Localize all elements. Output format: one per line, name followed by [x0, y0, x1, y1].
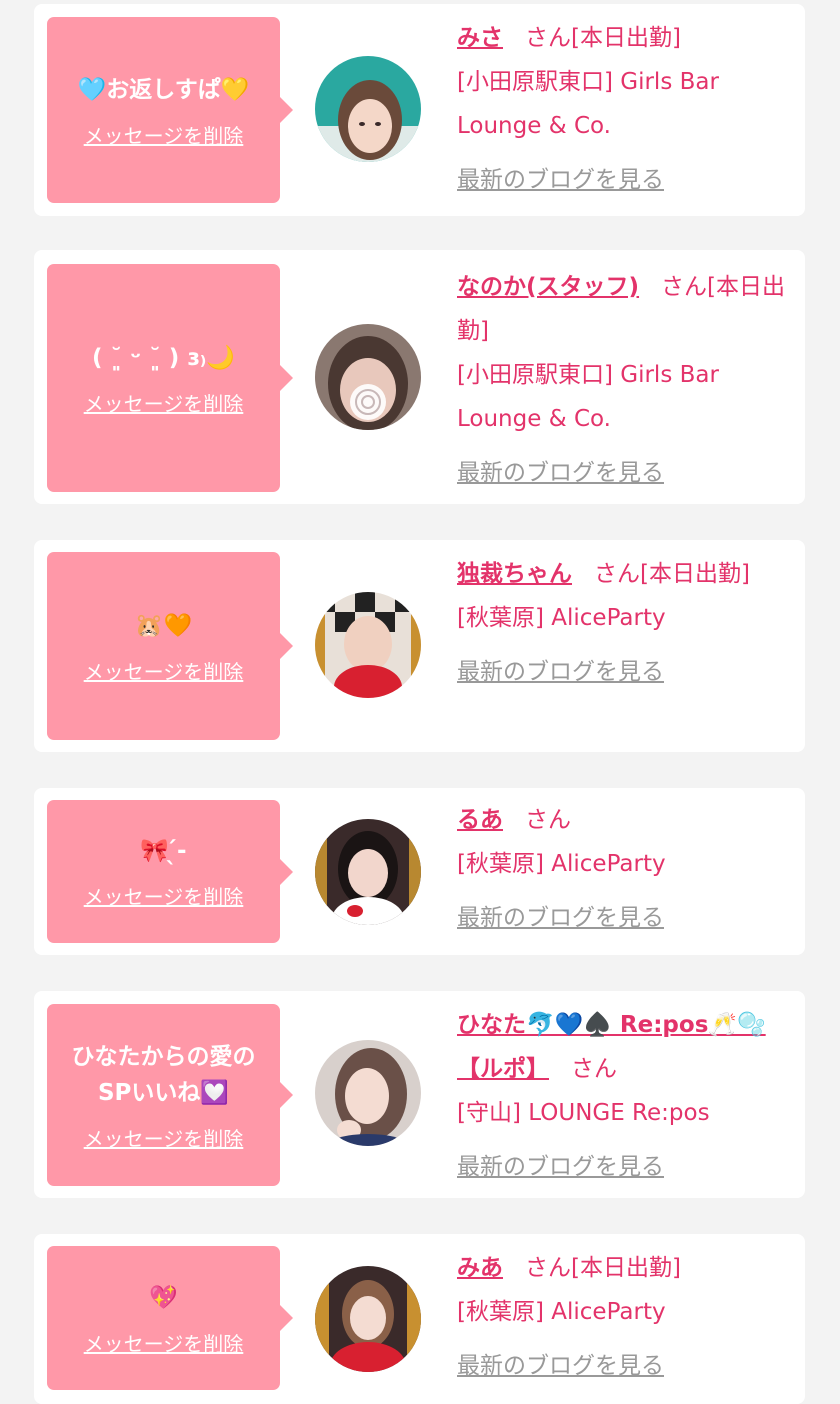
message-bubble: ひなたからの愛のSPいいね💟 メッセージを削除: [47, 1004, 293, 1186]
message-bubble: ( ˘͈ ᵕ ˘͈ ) ɜ₎🌙 メッセージを削除: [47, 264, 293, 492]
message-card: 🩵お返しすぱ💛 メッセージを削除 みさ さん[本日出勤] [小田原駅東口] Gir…: [34, 4, 805, 216]
message-bubble: 🩵お返しすぱ💛 メッセージを削除: [47, 17, 293, 203]
delete-message-link[interactable]: メッセージを削除: [84, 388, 244, 417]
cast-info: みあ さん[本日出勤] [秋葉原] AliceParty 最新のブログを見る: [457, 1246, 793, 1388]
cast-name-link[interactable]: なのか(スタッフ): [457, 274, 639, 300]
delete-message-link[interactable]: メッセージを削除: [84, 1328, 244, 1357]
honorific: さん: [525, 1255, 571, 1281]
avatar[interactable]: [315, 56, 421, 162]
cast-name-link[interactable]: るあ: [457, 807, 503, 833]
cast-name-link[interactable]: 独裁ちゃん: [457, 561, 572, 587]
message-text: 🎀 ̖́-: [140, 838, 187, 864]
avatar[interactable]: [315, 1040, 421, 1146]
message-card: ( ˘͈ ᵕ ˘͈ ) ɜ₎🌙 メッセージを削除 なのか(スタッフ) さん[本日出…: [34, 250, 805, 504]
message-card: 💖 メッセージを削除 みあ さん[本日出勤] [秋葉原] AliceParty 最…: [34, 1234, 805, 1404]
shop-name: [守山] LOUNGE Re:pos: [457, 1100, 710, 1126]
latest-blog-link[interactable]: 最新のブログを見る: [457, 1344, 793, 1388]
message-card: ひなたからの愛のSPいいね💟 メッセージを削除 ひなた🐬💙♠️ Re:pos🥂🫧…: [34, 991, 805, 1198]
honorific: さん: [525, 807, 571, 833]
delete-message-link[interactable]: メッセージを削除: [84, 1123, 244, 1152]
message-text: 💖: [149, 1284, 178, 1311]
shop-name: [秋葉原] AliceParty: [457, 1299, 666, 1325]
avatar[interactable]: [315, 819, 421, 925]
latest-blog-link[interactable]: 最新のブログを見る: [457, 650, 793, 694]
message-text: ( ˘͈ ᵕ ˘͈ ) ɜ₎🌙: [91, 344, 236, 371]
delete-message-link[interactable]: メッセージを削除: [84, 120, 244, 149]
attendance-status: [本日出勤]: [571, 1255, 681, 1281]
honorific: さん: [594, 561, 640, 587]
avatar[interactable]: [315, 592, 421, 698]
message-bubble: 🎀 ̖́- メッセージを削除: [47, 800, 293, 943]
cast-info: ひなた🐬💙♠️ Re:pos🥂🫧【ルポ】 さん [守山] LOUNGE Re:po…: [457, 1003, 793, 1189]
latest-blog-link[interactable]: 最新のブログを見る: [457, 896, 793, 940]
avatar[interactable]: [315, 324, 421, 430]
message-text: 🐹🧡: [134, 612, 193, 639]
message-text: 🩵お返しすぱ💛: [77, 76, 250, 103]
message-bubble: 🐹🧡 メッセージを削除: [47, 552, 293, 740]
avatar[interactable]: [315, 1266, 421, 1372]
cast-name-link[interactable]: みさ: [457, 25, 503, 51]
cast-info: 独裁ちゃん さん[本日出勤] [秋葉原] AliceParty 最新のブログを見る: [457, 552, 793, 694]
cast-name-link[interactable]: みあ: [457, 1255, 503, 1281]
latest-blog-link[interactable]: 最新のブログを見る: [457, 1145, 793, 1189]
shop-name: [小田原駅東口] Girls Bar Lounge & Co.: [457, 362, 719, 432]
latest-blog-link[interactable]: 最新のブログを見る: [457, 158, 793, 202]
cast-info: なのか(スタッフ) さん[本日出勤] [小田原駅東口] Girls Bar Lou…: [457, 265, 793, 495]
cast-info: るあ さん [秋葉原] AliceParty 最新のブログを見る: [457, 798, 793, 940]
latest-blog-link[interactable]: 最新のブログを見る: [457, 451, 793, 495]
delete-message-link[interactable]: メッセージを削除: [84, 881, 244, 910]
shop-name: [小田原駅東口] Girls Bar Lounge & Co.: [457, 69, 719, 139]
honorific: さん: [525, 25, 571, 51]
cast-info: みさ さん[本日出勤] [小田原駅東口] Girls Bar Lounge & C…: [457, 16, 793, 202]
shop-name: [秋葉原] AliceParty: [457, 851, 666, 877]
message-bubble: 💖 メッセージを削除: [47, 1246, 293, 1390]
shop-name: [秋葉原] AliceParty: [457, 605, 666, 631]
attendance-status: [本日出勤]: [640, 561, 750, 587]
honorific: さん: [571, 1056, 617, 1082]
message-card: 🐹🧡 メッセージを削除 独裁ちゃん さん[本日出勤] [秋葉原] AlicePar…: [34, 540, 805, 752]
message-text: ひなたからの愛のSPいいね💟: [71, 1043, 256, 1106]
message-card: 🎀 ̖́- メッセージを削除 るあ さん [秋葉原] AliceParty 最新の…: [34, 788, 805, 955]
honorific: さん: [661, 274, 708, 300]
delete-message-link[interactable]: メッセージを削除: [84, 656, 244, 685]
attendance-status: [本日出勤]: [571, 25, 681, 51]
